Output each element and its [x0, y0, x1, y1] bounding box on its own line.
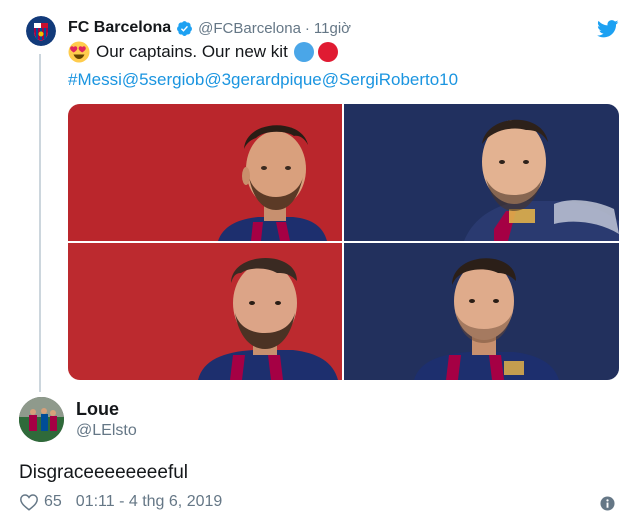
reply-avatar[interactable] — [19, 397, 64, 442]
heart-eyes-emoji-icon — [68, 41, 90, 63]
author-name[interactable]: FC Barcelona — [68, 19, 171, 37]
photo-grid — [68, 104, 619, 380]
author-handle[interactable]: @FCBarcelona — [198, 20, 301, 37]
photo-captain-1[interactable] — [68, 104, 342, 241]
photo-captain-4[interactable] — [344, 243, 619, 380]
photo-captain-3[interactable] — [68, 243, 342, 380]
reply-footer: 65 01:11 - 4 thg 6, 2019 — [19, 493, 222, 511]
twitter-bird-icon[interactable] — [597, 20, 619, 38]
like-count: 65 — [44, 493, 62, 510]
separator: · — [304, 19, 310, 37]
reply-text: Disgraceeeeeeeeful — [19, 462, 189, 483]
heart-icon[interactable] — [19, 493, 39, 511]
red-circle-emoji-icon — [317, 42, 338, 62]
reply-author-handle[interactable]: @LElsto — [76, 422, 137, 440]
tweet-hashtags-mentions[interactable]: #Messi@5sergiob@3gerardpique@SergiRobert… — [68, 70, 458, 90]
tweet-text-line: Our captains. Our new kit — [68, 41, 338, 63]
tweet-time[interactable]: 11giờ — [314, 20, 351, 37]
reply-author-name[interactable]: Loue — [76, 399, 119, 420]
tweet-text: Our captains. Our new kit — [96, 42, 288, 61]
tweet-header: FC Barcelona @FCBarcelona · 11giờ — [68, 18, 351, 38]
photo-captain-2[interactable] — [344, 104, 619, 241]
reply-timestamp[interactable]: 01:11 - 4 thg 6, 2019 — [76, 493, 222, 511]
blue-circle-emoji-icon — [293, 42, 314, 62]
thread-line — [39, 54, 41, 392]
info-icon[interactable] — [600, 496, 615, 511]
fcb-crest-icon[interactable] — [26, 16, 56, 46]
verified-badge-icon — [177, 20, 193, 36]
